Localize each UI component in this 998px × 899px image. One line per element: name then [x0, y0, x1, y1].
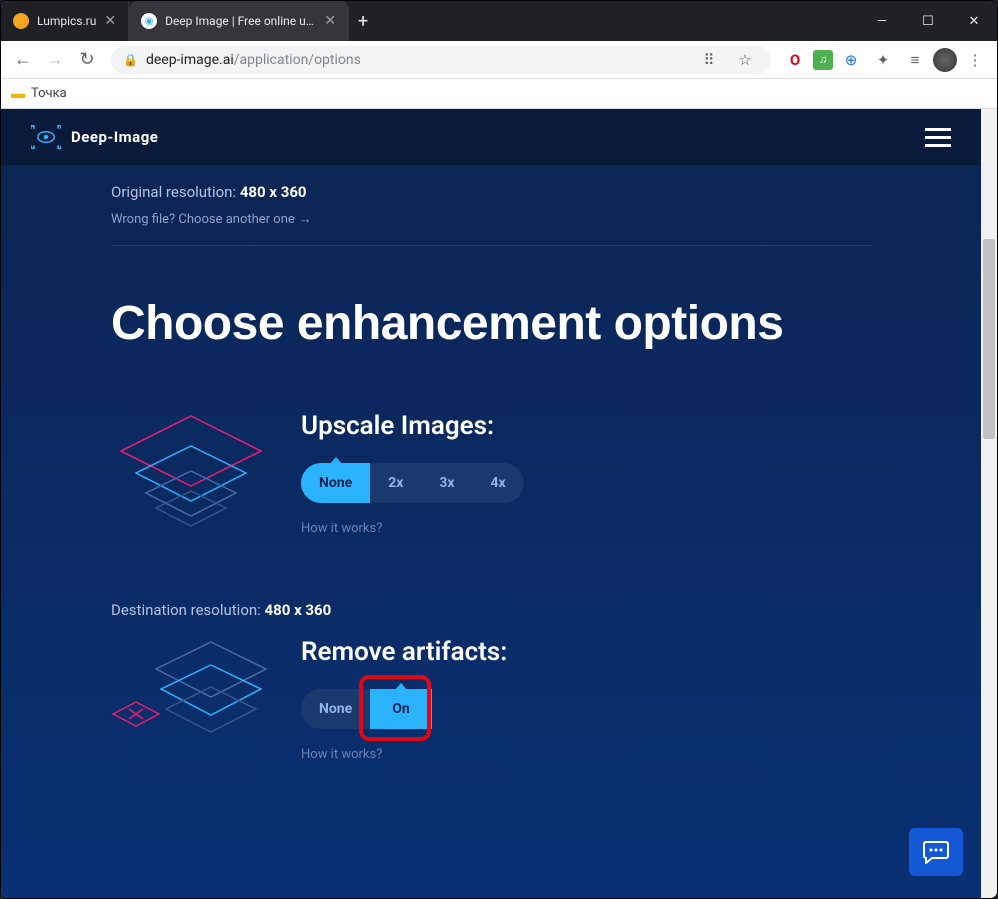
artifacts-on-button[interactable]: On	[370, 689, 432, 729]
page: Deep-Image Original resolution: 480 x 36…	[1, 109, 981, 898]
site-header: Deep-Image	[1, 109, 981, 165]
bookmarks-bar: ▬ Точка	[1, 79, 997, 109]
minimize-button[interactable]: —	[859, 1, 905, 41]
site-logo[interactable]: Deep-Image	[31, 125, 158, 149]
globe-icon[interactable]: ⊕	[837, 46, 865, 74]
favicon-deepimage: ◉	[141, 13, 157, 29]
url-text: deep-image.ai/application/options	[146, 52, 687, 68]
opera-icon[interactable]: O	[781, 46, 809, 74]
destination-resolution: Destination resolution: 480 x 360	[111, 601, 871, 619]
extensions-icon[interactable]: ✦	[869, 46, 897, 74]
close-icon[interactable]: ✕	[324, 13, 336, 29]
new-tab-button[interactable]: +	[349, 1, 377, 41]
artifacts-illustration	[111, 637, 271, 777]
folder-icon: ▬	[11, 85, 25, 102]
music-icon[interactable]: ♫	[813, 50, 833, 70]
scrollbar[interactable]	[981, 109, 997, 898]
artifacts-how-link[interactable]: How it works?	[301, 747, 871, 762]
avatar[interactable]	[933, 48, 957, 72]
maximize-button[interactable]: ☐	[905, 1, 951, 41]
upscale-section: Upscale Images: None 2x 3x 4x How it wor…	[111, 411, 871, 551]
content-area: Deep-Image Original resolution: 480 x 36…	[1, 109, 997, 898]
upscale-buttons: None 2x 3x 4x	[301, 463, 871, 503]
scrollbar-thumb[interactable]	[983, 239, 995, 439]
close-icon[interactable]: ✕	[104, 13, 116, 29]
star-icon[interactable]: ☆	[731, 46, 759, 74]
favicon-lumpics	[13, 13, 29, 29]
artifacts-none-button[interactable]: None	[301, 689, 370, 729]
bookmark-tochka[interactable]: Точка	[31, 86, 67, 101]
chat-button[interactable]	[909, 828, 963, 876]
tab-title: Deep Image | Free online upscale	[165, 14, 316, 28]
url-bar[interactable]: 🔒 deep-image.ai/application/options ⠿ ☆	[111, 46, 771, 74]
upscale-3x-button[interactable]: 3x	[421, 463, 472, 503]
artifacts-heading: Remove artifacts:	[301, 637, 871, 667]
titlebar: Lumpics.ru ✕ ◉ Deep Image | Free online …	[1, 1, 997, 41]
forward-button[interactable]: →	[41, 46, 69, 74]
list-icon[interactable]: ≡	[901, 46, 929, 74]
close-button[interactable]: ✕	[951, 1, 997, 41]
tab-deepimage[interactable]: ◉ Deep Image | Free online upscale ✕	[129, 1, 349, 41]
menu-icon[interactable]: ⋮	[961, 46, 989, 74]
artifacts-section: Remove artifacts: None On How it works?	[111, 637, 871, 777]
translate-icon[interactable]: ⠿	[695, 46, 723, 74]
reload-button[interactable]: ↻	[73, 46, 101, 74]
lock-icon: 🔒	[123, 53, 138, 67]
chat-icon	[922, 840, 950, 864]
wrong-file-link[interactable]: Wrong file? Choose another one→	[111, 211, 871, 246]
back-button[interactable]: ←	[9, 46, 37, 74]
upscale-2x-button[interactable]: 2x	[370, 463, 421, 503]
artifacts-buttons: None On	[301, 689, 871, 729]
upscale-4x-button[interactable]: 4x	[473, 463, 524, 503]
upscale-heading: Upscale Images:	[301, 411, 871, 441]
tab-title: Lumpics.ru	[37, 14, 96, 28]
original-resolution: Original resolution: 480 x 360	[111, 183, 871, 201]
tabs-strip: Lumpics.ru ✕ ◉ Deep Image | Free online …	[1, 1, 859, 41]
main-content: Original resolution: 480 x 360 Wrong fil…	[1, 165, 981, 837]
tab-lumpics[interactable]: Lumpics.ru ✕	[1, 1, 129, 41]
upscale-none-button[interactable]: None	[301, 463, 370, 503]
brand-text: Deep-Image	[71, 128, 158, 146]
window-controls: — ☐ ✕	[859, 1, 997, 41]
upscale-how-link[interactable]: How it works?	[301, 521, 871, 536]
upscale-illustration	[111, 411, 271, 551]
page-title: Choose enhancement options	[111, 296, 871, 351]
toolbar: ← → ↻ 🔒 deep-image.ai/application/option…	[1, 41, 997, 79]
browser-window: Lumpics.ru ✕ ◉ Deep Image | Free online …	[0, 0, 998, 899]
logo-icon	[31, 125, 61, 149]
hamburger-menu[interactable]	[925, 128, 951, 147]
